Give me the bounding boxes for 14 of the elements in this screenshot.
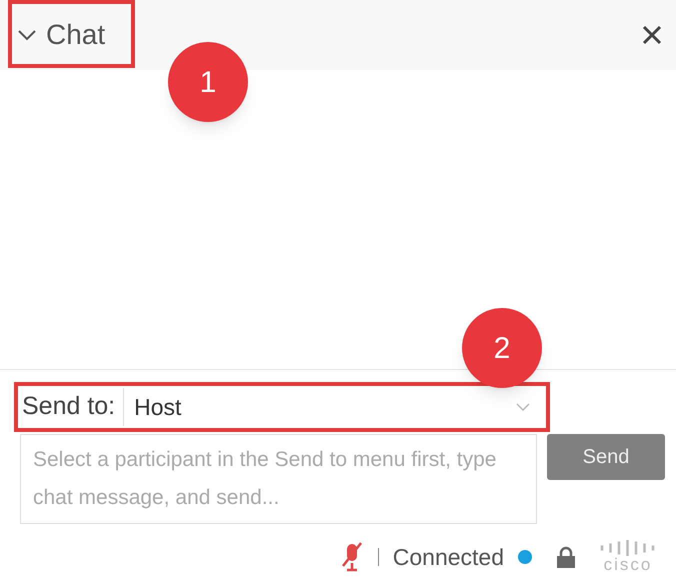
message-field[interactable]: Select a participant in the Send to menu first, type chat message, and send... [20,434,537,524]
lock-icon [556,546,576,568]
callout-badge: 2 [462,308,542,388]
connection-status: Connected [392,543,504,572]
collapse-toggle[interactable]: Chat [18,14,106,56]
callout-badge: 1 [168,42,248,122]
cisco-logo: cisco [598,540,658,574]
chevron-down-icon [18,30,36,40]
send-to-value: Host [133,392,182,422]
close-icon [642,25,662,45]
send-to-dropdown[interactable]: Send to: Host [14,382,550,432]
muted-microphone-icon[interactable] [340,541,364,574]
send-to-label: Send to: [18,388,124,426]
caret-icon [516,403,530,411]
